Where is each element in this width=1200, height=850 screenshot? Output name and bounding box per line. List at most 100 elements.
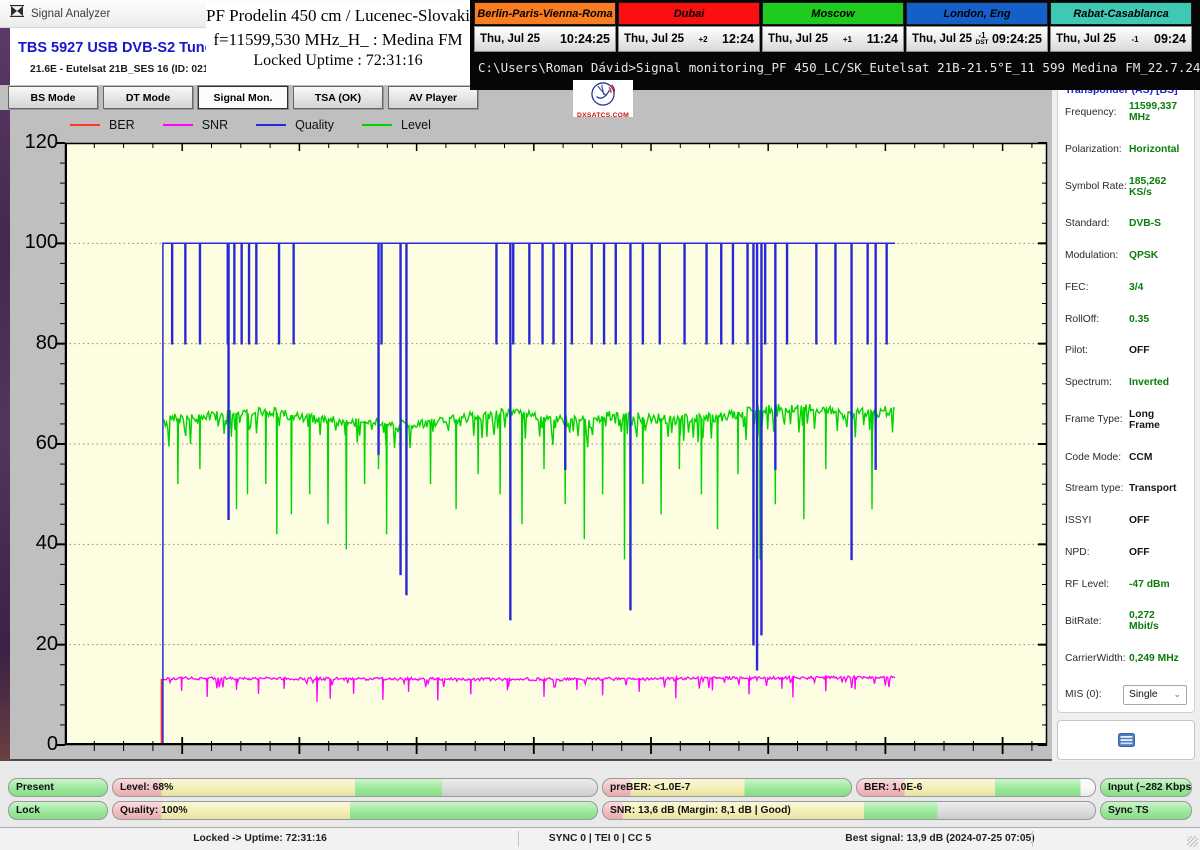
- mis-row: MIS (0): Single ⌄: [1065, 684, 1187, 705]
- clock-time: 09:24: [1154, 32, 1186, 46]
- legend-item: Level: [362, 118, 431, 132]
- clock-date: Thu, Jul 25: [624, 33, 685, 45]
- legend-line: [256, 124, 287, 126]
- legend-item: SNR: [162, 118, 229, 132]
- signal-bar-quality: Quality: 100%: [112, 801, 598, 820]
- chart-legend: BER SNR Quality Level: [70, 118, 431, 132]
- transponder-row-value: Long Frame: [1129, 408, 1160, 431]
- transponder-row-label: FEC:: [1065, 281, 1089, 293]
- transponder-row: FEC: 3/4: [1065, 282, 1187, 293]
- legend-item: BER: [70, 118, 135, 132]
- clock-city: Dubai: [618, 2, 760, 25]
- statusbar: Locked -> Uptime: 72:31:16 SYNC 0 | TEI …: [0, 827, 1200, 850]
- transponder-row-value: QPSK: [1129, 250, 1159, 261]
- chevron-down-icon: ⌄: [1173, 689, 1181, 700]
- transponder-row-label: BitRate:: [1065, 615, 1102, 627]
- transponder-row: RF Level: -47 dBm: [1065, 579, 1187, 590]
- clock-time: 10:24:25: [559, 32, 610, 46]
- clock-time-row: Thu, Jul 25 10:24:25: [474, 26, 616, 52]
- frequency-line: f=11599,530 MHz_H_ : Medina FM: [213, 30, 463, 49]
- clock-utc-offset: +2: [698, 34, 708, 44]
- signal-bar-preber: preBER: <1.0E-7: [602, 778, 852, 797]
- transponder-row-label: Code Mode:: [1065, 451, 1122, 463]
- transponder-row-value: CCM: [1129, 451, 1153, 463]
- tab-dt-mode[interactable]: DT Mode: [103, 86, 193, 109]
- tab-signal-mon-[interactable]: Signal Mon.: [198, 86, 288, 109]
- transponder-row-value: OFF: [1129, 345, 1150, 357]
- transponder-row: BitRate: 0,272 Mbit/s: [1065, 610, 1187, 632]
- transponder-row-value: 0.35: [1129, 313, 1150, 325]
- tab-bs-mode[interactable]: BS Mode: [8, 86, 98, 109]
- transponder-row-value: -47 dBm: [1129, 578, 1170, 590]
- transponder-row-value: 11599,337 MHz: [1129, 101, 1178, 123]
- clock-4: Rabat-Casablanca Thu, Jul 25 -1 09:24: [1050, 2, 1192, 52]
- transponder-row-value: Horizontal: [1129, 143, 1180, 155]
- transponder-list-button[interactable]: [1057, 720, 1195, 760]
- clock-0: Berlin-Paris-Vienna-Roma Thu, Jul 25 10:24…: [474, 2, 616, 52]
- chart-area: BER SNR Quality Level 0 20 40 60 80 100 120: [10, 110, 1052, 761]
- window-title: Signal Analyzer: [31, 7, 111, 20]
- legend-label: Quality: [295, 118, 335, 132]
- resize-grip[interactable]: [1187, 836, 1198, 847]
- legend-label: SNR: [201, 118, 229, 132]
- transponder-row: Standard: DVB-S: [1065, 218, 1187, 229]
- y-tick-label: 100: [24, 231, 58, 254]
- clock-city-label: London, Eng: [943, 7, 1011, 20]
- y-tick-label: 80: [35, 331, 58, 354]
- signal-bar-label: Level: 68%: [120, 782, 174, 793]
- transponder-row-label: Pilot:: [1065, 345, 1088, 357]
- transponder-row-value: OFF: [1129, 515, 1150, 526]
- clock-offset-num: -1: [1131, 34, 1139, 44]
- legend-line: [70, 124, 100, 126]
- clock-offset-num: +2: [698, 34, 708, 44]
- mis-selected-value: Single: [1129, 689, 1158, 701]
- clock-city: London, Eng: [906, 2, 1048, 25]
- window-left-border: [0, 28, 10, 761]
- mis-label: MIS (0):: [1065, 689, 1102, 701]
- signal-status-bars: Present Level: 68% preBER: <1.0E-7 BER: 1,0…: [0, 761, 1200, 827]
- world-clocks: Berlin-Paris-Vienna-Roma Thu, Jul 25 10:24…: [474, 2, 1192, 52]
- mis-select[interactable]: Single ⌄: [1123, 684, 1187, 705]
- clock-offset-num: +1: [842, 34, 852, 44]
- transponder-row: ISSYI OFF: [1065, 515, 1187, 526]
- transponder-row-label: RollOff:: [1065, 313, 1100, 325]
- legend-label: Level: [401, 118, 431, 132]
- legend-line: [162, 124, 193, 126]
- transponder-row-value: OFF: [1129, 546, 1150, 558]
- dxsatcs-logo: DXSATCS.COM: [573, 80, 633, 119]
- signal-bar-label: BER: 1,0E-6: [864, 782, 923, 793]
- clock-date: Thu, Jul 25: [768, 33, 829, 45]
- clock-time: 11:24: [866, 32, 898, 46]
- tab-av-player[interactable]: AV Player: [388, 86, 478, 109]
- y-tick-label: 60: [35, 432, 58, 454]
- dish-info-overlay: PF Prodelin 450 cm / Lucenec-Slovakia f=…: [206, 2, 477, 85]
- legend-label: BER: [109, 118, 135, 132]
- signal-bar-snr: SNR: 13,6 dB (Margin: 8,1 dB | Good): [602, 801, 1096, 820]
- clock-date: Thu, Jul 25: [912, 33, 973, 45]
- transponder-row: RollOff: 0.35: [1065, 314, 1187, 325]
- transponder-row-label: NPD:: [1065, 546, 1090, 558]
- clock-time-row: Thu, Jul 25 +2 12:24: [618, 26, 760, 52]
- y-tick-label: 120: [24, 131, 58, 153]
- transponder-row-label: CarrierWidth:: [1065, 653, 1126, 664]
- signal-plot: [56, 142, 1048, 754]
- transponder-row: Code Mode: CCM: [1065, 452, 1187, 463]
- console-line: C:\Users\Roman Dávid>Signal monitoring_P…: [478, 60, 1200, 75]
- signal-bar-sync-ts: Sync TS: [1100, 801, 1192, 820]
- transponder-row-value: Inverted: [1129, 377, 1170, 388]
- clock-time: 12:24: [722, 32, 754, 46]
- y-tick-label: 20: [35, 632, 58, 655]
- signal-bar-label: Quality: 100%: [120, 805, 188, 816]
- clock-offset-dst: DST: [975, 39, 989, 46]
- clock-2: Moscow Thu, Jul 25 +1 11:24: [762, 2, 904, 52]
- satellite-dish-icon: [591, 82, 616, 106]
- transponder-row-label: RF Level:: [1065, 578, 1110, 590]
- clock-city: Rabat-Casablanca: [1050, 2, 1192, 25]
- transponder-row-label: Frame Type:: [1065, 414, 1123, 426]
- transponder-row-value: 0,272 Mbit/s: [1129, 610, 1159, 633]
- locked-uptime-line: Locked Uptime : 72:31:16: [253, 52, 423, 69]
- transponder-row: Polarization: Horizontal: [1065, 144, 1187, 155]
- transponder-row-value: 3/4: [1129, 281, 1144, 293]
- transponder-row-label: Frequency:: [1065, 106, 1117, 118]
- tab-tsa-ok-[interactable]: TSA (OK): [293, 86, 383, 109]
